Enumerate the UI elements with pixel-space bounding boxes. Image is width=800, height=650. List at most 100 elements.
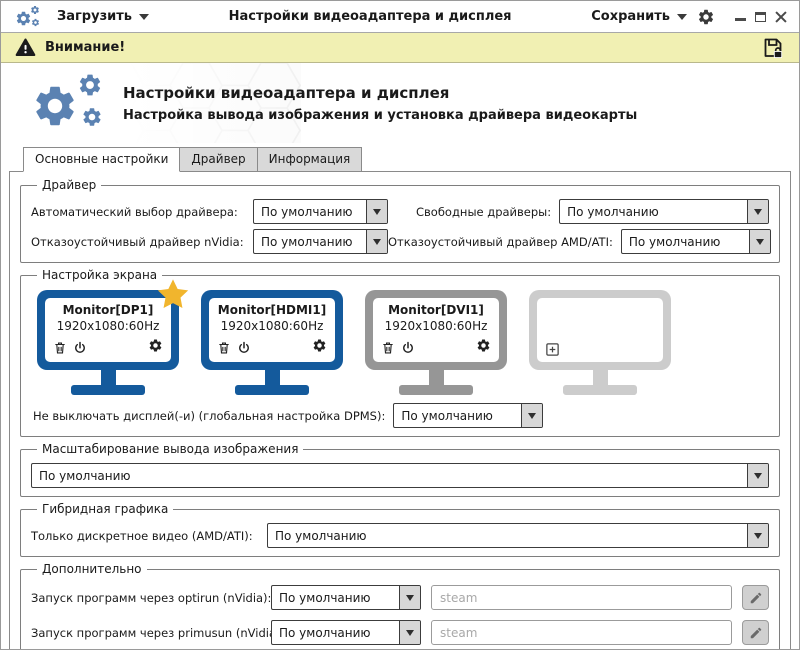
page-header: Настройки видеоадаптера и дисплея Настро… xyxy=(1,63,799,143)
dropdown-arrow-button[interactable] xyxy=(747,464,768,487)
primary-star-icon xyxy=(155,277,191,313)
app-window: Загрузить Настройки видеоадаптера и дисп… xyxy=(0,0,800,650)
hybrid-group: Гибридная графика Только дискретное виде… xyxy=(20,502,780,557)
monitor-resolution: 1920x1080:60Hz xyxy=(56,319,160,333)
auto-driver-label: Автоматический выбор драйвера: xyxy=(31,204,238,219)
dropdown-arrow-button[interactable] xyxy=(366,200,387,223)
monitor-name: Monitor[HDMI1] xyxy=(217,303,327,317)
optirun-label: Запуск программ через optirun (nVidia): xyxy=(31,590,272,605)
primusun-select[interactable]: По умолчанию xyxy=(271,620,421,645)
title-bar: Загрузить Настройки видеоадаптера и дисп… xyxy=(1,1,799,33)
dpms-select[interactable]: По умолчанию xyxy=(393,403,544,428)
minimize-button[interactable] xyxy=(735,18,746,21)
add-monitor-button[interactable] xyxy=(545,342,560,357)
monitor-card-dvi1[interactable]: Monitor[DVI1] 1920x1080:60Hz xyxy=(365,290,507,395)
dropdown-arrow-button[interactable] xyxy=(747,524,768,547)
auto-driver-select[interactable]: По умолчанию xyxy=(253,199,388,224)
monitor-stand xyxy=(100,370,116,385)
monitor-list: Monitor[DP1] 1920x1080:60Hz Monitor[HDMI… xyxy=(31,284,769,395)
hybrid-group-legend: Гибридная графика xyxy=(42,502,169,516)
monitor-card-hdmi1[interactable]: Monitor[HDMI1] 1920x1080:60Hz xyxy=(201,290,343,395)
monitor-stand xyxy=(428,370,444,385)
dropdown-arrow-button[interactable] xyxy=(399,621,420,644)
trash-icon[interactable] xyxy=(53,341,67,355)
optirun-edit-button[interactable] xyxy=(742,585,769,610)
monitor-base xyxy=(563,385,637,395)
warning-text: Внимание! xyxy=(45,40,126,55)
page-title: Настройки видеоадаптера и дисплея xyxy=(123,83,450,102)
failsafe-nvidia-label: Отказоустойчивый драйвер nVidia: xyxy=(31,234,244,249)
monitor-settings-icon[interactable] xyxy=(148,338,163,353)
warning-triangle-icon xyxy=(15,37,36,58)
monitor-base xyxy=(71,385,145,395)
monitor-base xyxy=(399,385,473,395)
power-icon[interactable] xyxy=(73,341,87,355)
plus-icon xyxy=(545,342,560,357)
scaling-select[interactable]: По умолчанию xyxy=(31,463,769,488)
app-gears-icon xyxy=(15,5,41,29)
monitor-name: Monitor[DP1] xyxy=(62,303,154,317)
save-menu-button[interactable]: Сохранить xyxy=(591,9,687,24)
dropdown-arrow-button[interactable] xyxy=(521,404,543,427)
tab-bar: Основные настройки Драйвер Информация xyxy=(23,147,799,172)
discrete-video-select[interactable]: По умолчанию xyxy=(267,523,769,548)
close-button[interactable] xyxy=(775,10,787,23)
power-icon[interactable] xyxy=(237,341,251,355)
scaling-group-legend: Масштабирование вывода изображения xyxy=(42,442,299,456)
tab-driver[interactable]: Драйвер xyxy=(180,147,258,172)
driver-group-legend: Драйвер xyxy=(42,178,97,192)
dropdown-arrow-button[interactable] xyxy=(399,586,420,609)
save-locked-icon[interactable] xyxy=(761,36,785,60)
tab-panel: Драйвер Автоматический выбор драйвера: П… xyxy=(9,171,791,649)
scaling-group: Масштабирование вывода изображения По ум… xyxy=(20,442,780,497)
pencil-icon xyxy=(749,591,763,605)
monitor-settings-icon[interactable] xyxy=(312,338,327,353)
extra-group: Дополнительно Запуск программ через opti… xyxy=(20,562,780,649)
primusun-edit-button[interactable] xyxy=(742,620,769,645)
dropdown-arrow-button[interactable] xyxy=(748,230,770,253)
tab-information[interactable]: Информация xyxy=(257,147,363,172)
pencil-icon xyxy=(749,626,763,640)
driver-group: Драйвер Автоматический выбор драйвера: П… xyxy=(20,178,780,263)
optirun-program-input[interactable] xyxy=(431,585,732,610)
monitor-card-empty[interactable] xyxy=(529,290,671,395)
settings-gear-button[interactable] xyxy=(697,8,715,26)
monitor-base xyxy=(235,385,309,395)
monitor-resolution: 1920x1080:60Hz xyxy=(220,319,324,333)
page-subtitle: Настройка вывода изображения и установка… xyxy=(123,107,638,123)
window-title: Настройки видеоадаптера и дисплея xyxy=(228,9,512,24)
save-menu-label: Сохранить xyxy=(591,9,670,24)
free-drivers-select[interactable]: По умолчанию xyxy=(559,199,769,224)
dropdown-arrow-button[interactable] xyxy=(747,200,768,223)
tab-main-settings[interactable]: Основные настройки xyxy=(23,147,181,172)
monitor-settings-icon[interactable] xyxy=(476,338,491,353)
primusun-label: Запуск программ через primusun (nVidia): xyxy=(31,625,285,640)
dropdown-arrow-button[interactable] xyxy=(366,230,387,253)
trash-icon[interactable] xyxy=(217,341,231,355)
monitor-stand xyxy=(592,370,608,385)
load-menu-button[interactable]: Загрузить xyxy=(57,9,149,24)
monitor-name: Monitor[DVI1] xyxy=(388,303,484,317)
extra-group-legend: Дополнительно xyxy=(42,562,142,576)
optirun-select[interactable]: По умолчанию xyxy=(271,585,421,610)
warning-bar: Внимание! xyxy=(1,33,799,63)
header-gears-icon xyxy=(29,70,115,136)
screen-group: Настройка экрана Monitor[DP1] 1920x1080:… xyxy=(20,268,780,437)
dpms-label: Не выключать дисплей(-и) (глобальная нас… xyxy=(33,408,386,423)
discrete-video-label: Только дискретное видео (AMD/ATI): xyxy=(31,528,253,543)
failsafe-nvidia-select[interactable]: По умолчанию xyxy=(253,229,388,254)
failsafe-amd-label: Отказоустойчивый драйвер AMD/ATI: xyxy=(388,234,613,249)
load-menu-label: Загрузить xyxy=(57,9,132,24)
monitor-card-dp1[interactable]: Monitor[DP1] 1920x1080:60Hz xyxy=(37,290,179,395)
free-drivers-label: Свободные драйверы: xyxy=(416,204,552,219)
monitor-resolution: 1920x1080:60Hz xyxy=(384,319,488,333)
screen-group-legend: Настройка экрана xyxy=(42,268,158,282)
trash-icon[interactable] xyxy=(381,341,395,355)
maximize-button[interactable] xyxy=(755,11,766,22)
chevron-down-icon xyxy=(677,13,687,20)
failsafe-amd-select[interactable]: По умолчанию xyxy=(620,229,771,254)
chevron-down-icon xyxy=(139,13,149,20)
power-icon[interactable] xyxy=(401,341,415,355)
primusun-program-input[interactable] xyxy=(431,620,732,645)
monitor-stand xyxy=(264,370,280,385)
